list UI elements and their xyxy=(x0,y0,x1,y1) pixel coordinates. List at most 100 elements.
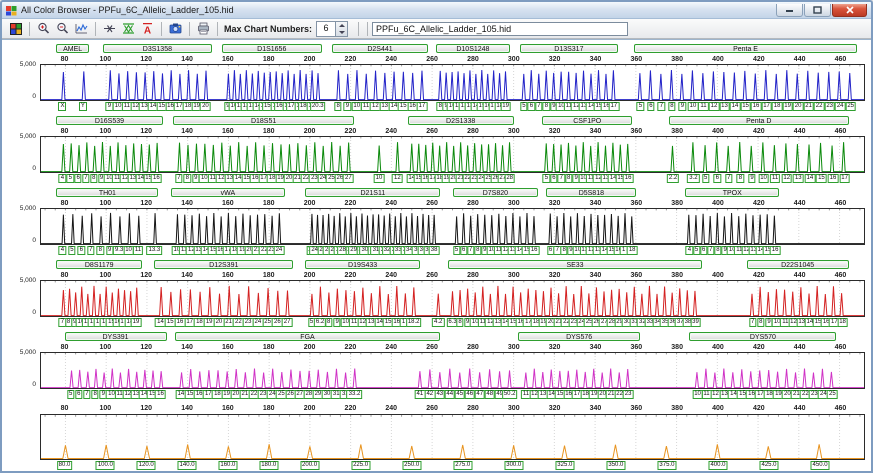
allele-row-red: 7891011121314151617181914151617181920212… xyxy=(40,317,865,329)
minimize-button[interactable] xyxy=(776,3,803,17)
trace-panel-black: 5,000 0 TH01 vWA D21S11 D7S820 D5S818 TPOX 80 100… xyxy=(2,188,871,257)
x-axis-row: 80 100 120 140 160 180 200 220 240 260 280 300 320 34… xyxy=(40,55,865,64)
axis-tick: 100 xyxy=(99,128,112,135)
axis-tick: 320 xyxy=(548,56,561,63)
axis-tick: 280 xyxy=(467,56,479,63)
axis-tick: 180 xyxy=(262,344,275,351)
max-chart-numbers-label: Max Chart Numbers: xyxy=(224,23,313,34)
axis-tick: 220 xyxy=(344,56,357,63)
axis-tick: 180 xyxy=(262,405,275,412)
print-button[interactable] xyxy=(194,20,213,38)
allele-label: 5 xyxy=(542,174,551,183)
marker-label: DYS391 xyxy=(64,332,167,341)
electropherogram-magenta[interactable] xyxy=(40,352,865,389)
axis-tick: 200 xyxy=(303,56,316,63)
allele-label: 8 xyxy=(668,102,676,111)
allele-label: Y xyxy=(78,102,87,111)
allele-label: 20.3 xyxy=(309,102,326,111)
marker-label: Penta E xyxy=(634,44,857,53)
allele-label: 13 xyxy=(719,102,730,111)
title-bar[interactable]: All Color Browser - PPFu_6C_Allelic_Ladd… xyxy=(2,2,871,19)
all-color-browser-window: All Color Browser - PPFu_6C_Allelic_Ladd… xyxy=(0,0,873,473)
axis-tick: 140 xyxy=(181,272,193,279)
remove-baseline-button[interactable] xyxy=(100,20,119,38)
axis-tick: 140 xyxy=(181,128,193,135)
marker-label: AMEL xyxy=(56,44,89,53)
axis-tick: 420 xyxy=(752,405,765,412)
toolbar-separator xyxy=(217,21,218,36)
allele-label: 27 xyxy=(281,318,293,327)
electropherogram-blue[interactable] xyxy=(40,64,865,101)
axis-tick: 280 xyxy=(467,272,479,279)
spinner-down-button[interactable] xyxy=(336,29,347,36)
trace-line-black xyxy=(41,213,864,244)
allele-label: 18 xyxy=(626,246,638,255)
allele-row-blue: XY91011121314151617181920910111213141515… xyxy=(40,101,865,113)
allele-label: 38 xyxy=(428,246,440,255)
trace-svg-orange xyxy=(41,415,864,459)
allele-label: 275.0 xyxy=(453,461,473,470)
zoom-in-button[interactable] xyxy=(34,20,53,38)
printer-icon xyxy=(198,22,209,35)
allele-label: 300.0 xyxy=(504,461,524,470)
y-axis-zero-label: 0 xyxy=(32,237,36,244)
allele-label: 16 xyxy=(528,246,540,255)
allele-label: 6 xyxy=(75,390,83,399)
plot-column-black: TH01 vWA D21S11 D7S820 D5S818 TPOX 80 100 120 140… xyxy=(40,188,865,257)
trace-panel-magenta: 5,000 0 DYS391 FGA DYS576 DYS570 80 100 120 140 16… xyxy=(2,332,871,401)
x-axis-row: 80 100 120 140 160 180 200 220 240 260 280 300 320 34… xyxy=(40,271,865,280)
axis-tick: 100 xyxy=(99,405,112,412)
toolbar-separator xyxy=(189,21,190,36)
electropherogram-red[interactable] xyxy=(40,280,865,317)
axis-tick: 240 xyxy=(385,405,398,412)
toolbar-separator xyxy=(367,21,369,36)
trace-svg-magenta xyxy=(41,353,864,388)
electropherogram-green[interactable] xyxy=(40,136,865,173)
allele-label: 400.0 xyxy=(708,461,728,470)
color-channels-button[interactable] xyxy=(6,20,25,38)
axis-tick: 120 xyxy=(140,272,153,279)
axis-tick: 400 xyxy=(712,405,724,412)
electropherogram-orange[interactable] xyxy=(40,414,865,460)
axis-tick: 80 xyxy=(60,344,69,351)
allele-label: 14 xyxy=(729,102,741,111)
allele-label: 325.0 xyxy=(555,461,575,470)
marker-label: D12S391 xyxy=(154,260,294,269)
axis-tick: 240 xyxy=(385,272,398,279)
allele-label: 27 xyxy=(343,174,354,183)
allele-label: 14 xyxy=(804,174,816,183)
axis-tick: 400 xyxy=(712,200,724,207)
electropherogram-black[interactable] xyxy=(40,208,865,245)
axis-tick: 220 xyxy=(344,128,357,135)
peak-detect-button[interactable] xyxy=(119,20,138,38)
camera-icon xyxy=(169,23,182,34)
allele-label: 375.0 xyxy=(657,461,677,470)
max-chart-numbers-spinner[interactable]: 6 xyxy=(316,20,349,37)
snapshot-button[interactable] xyxy=(166,20,185,38)
marker-label: D16S539 xyxy=(56,116,163,125)
allele-label: 6 xyxy=(74,174,82,183)
allele-label: 8 xyxy=(96,246,104,255)
allele-label: 24 xyxy=(273,246,285,255)
axis-tick: 280 xyxy=(467,344,479,351)
allele-label: 6 xyxy=(647,102,655,111)
maximize-button[interactable] xyxy=(804,3,831,17)
marker-label: D1S1656 xyxy=(221,44,322,53)
allele-label: 8 xyxy=(334,102,342,111)
zoom-out-button[interactable] xyxy=(53,20,72,38)
peaks-icon xyxy=(123,23,134,34)
spinner-up-button[interactable] xyxy=(336,22,347,29)
axis-tick: 160 xyxy=(222,200,234,207)
allele-label: 425.0 xyxy=(759,461,779,470)
zoom-fit-button[interactable] xyxy=(72,20,91,38)
axis-tick: 400 xyxy=(712,272,724,279)
close-button[interactable] xyxy=(832,3,867,17)
allele-row-orange: 80.0 100.0 120.0 140.0 160.0 180.0 200.0 225.0 2… xyxy=(40,460,865,471)
allele-label: 11 xyxy=(698,102,709,111)
axis-tick: 240 xyxy=(385,56,398,63)
axis-tick: 320 xyxy=(548,405,561,412)
allele-label-button[interactable]: A xyxy=(138,20,157,38)
max-chart-numbers-value[interactable]: 6 xyxy=(317,22,335,36)
axis-tick: 340 xyxy=(589,272,602,279)
current-file-field[interactable]: PPFu_6C_Allelic_Ladder_105.hid xyxy=(372,21,629,36)
